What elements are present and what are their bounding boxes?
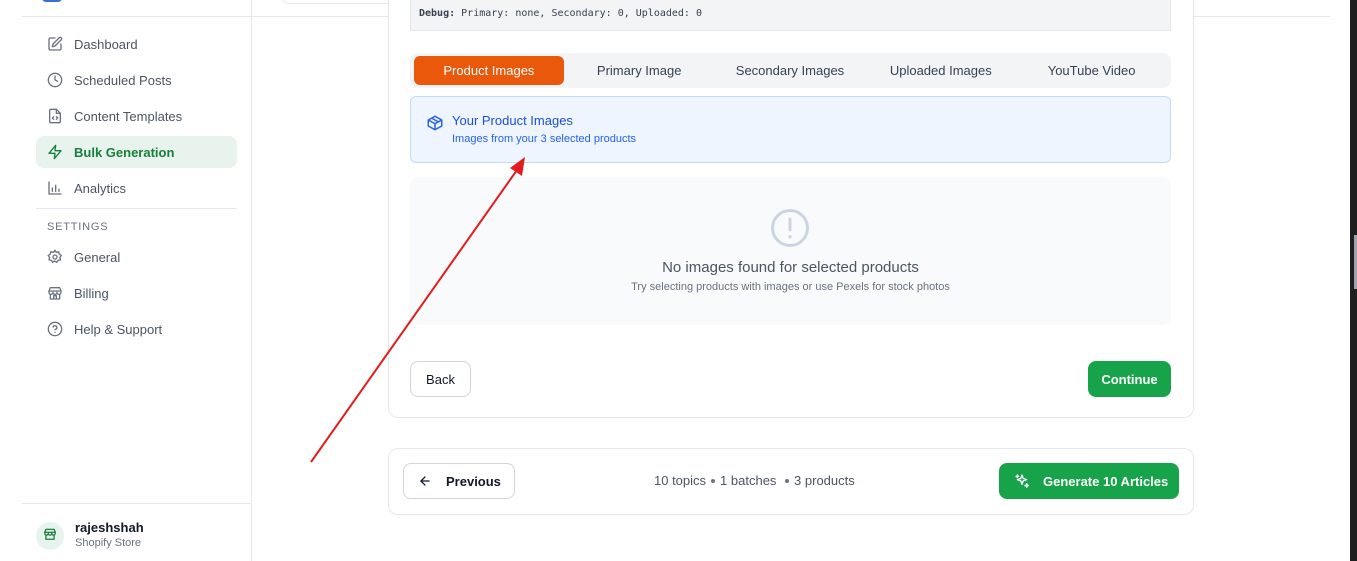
info-title: Your Product Images [452, 113, 573, 128]
sidebar-item-general[interactable]: General [36, 241, 237, 273]
debug-label: Debug: [419, 8, 456, 19]
info-banner: Your Product Images Images from your 3 s… [410, 96, 1171, 163]
sidebar-item-label: Bulk Generation [74, 144, 175, 160]
logo [42, 0, 62, 2]
alert-circle-icon [770, 208, 810, 248]
nav-divider [36, 208, 237, 209]
clock-icon [47, 72, 63, 88]
bolt-icon [47, 144, 63, 160]
app-root: Dashboard Scheduled Posts Content Templa… [0, 0, 1357, 561]
avatar [36, 522, 64, 550]
previous-button[interactable]: Previous [403, 463, 515, 499]
continue-button[interactable]: Continue [1088, 361, 1171, 397]
debug-text: Primary: none, Secondary: 0, Uploaded: 0 [461, 8, 702, 19]
separator-dot [711, 478, 716, 483]
topics-count: 10 topics [654, 473, 707, 488]
bar-chart-icon [47, 180, 63, 196]
sidebar-item-label: General [74, 249, 121, 265]
sidebar-item-analytics[interactable]: Analytics [36, 172, 237, 204]
sidebar: Dashboard Scheduled Posts Content Templa… [22, 0, 252, 561]
products-count: 3 products [794, 473, 855, 488]
sidebar-item-bulk-generation[interactable]: Bulk Generation [36, 136, 237, 168]
sidebar-item-help-support[interactable]: Help & Support [36, 313, 237, 345]
sidebar-nav: Dashboard Scheduled Posts Content Templa… [36, 28, 237, 349]
user-name: rajeshshah [75, 520, 144, 535]
batches-count: 1 batches [720, 473, 777, 488]
sidebar-item-label: Billing [74, 285, 109, 301]
store-icon [47, 285, 63, 301]
sidebar-item-label: Help & Support [74, 321, 163, 337]
sidebar-item-content-templates[interactable]: Content Templates [36, 100, 237, 132]
sidebar-item-billing[interactable]: Billing [36, 277, 237, 309]
settings-heading: SETTINGS [47, 221, 109, 233]
user-store-type: Shopify Store [75, 537, 142, 549]
tab-youtube-video[interactable]: YouTube Video [1016, 56, 1167, 85]
gear-icon [47, 249, 63, 265]
generation-stats: 10 topics 1 batches 3 products [654, 473, 855, 488]
sparkles-icon [1014, 473, 1030, 489]
file-code-icon [47, 108, 63, 124]
back-button[interactable]: Back [410, 361, 471, 397]
sidebar-item-label: Dashboard [74, 36, 138, 52]
previous-label: Previous [446, 473, 501, 489]
tab-product-images[interactable]: Product Images [414, 56, 564, 85]
tab-uploaded-images[interactable]: Uploaded Images [865, 56, 1016, 85]
info-subtitle: Images from your 3 selected products [452, 133, 637, 145]
arrow-left-icon [418, 474, 432, 488]
debug-bar: Debug: Primary: none, Secondary: 0, Uplo… [410, 0, 1171, 31]
generate-label: Generate 10 Articles [1043, 473, 1169, 489]
sidebar-item-label: Content Templates [74, 108, 183, 124]
empty-state-subtitle: Try selecting products with images or us… [631, 281, 950, 293]
sidebar-item-label: Scheduled Posts [74, 72, 172, 88]
sidebar-item-dashboard[interactable]: Dashboard [36, 28, 237, 60]
generate-articles-button[interactable]: Generate 10 Articles [999, 463, 1179, 499]
empty-state: No images found for selected products Tr… [410, 177, 1171, 325]
edit-icon [47, 36, 63, 52]
empty-state-title: No images found for selected products [662, 259, 919, 276]
tab-secondary-images[interactable]: Secondary Images [715, 56, 866, 85]
sidebar-item-scheduled-posts[interactable]: Scheduled Posts [36, 64, 237, 96]
help-circle-icon [47, 321, 63, 337]
sidebar-item-label: Analytics [74, 180, 127, 196]
separator-dot [785, 478, 790, 483]
store-icon [43, 527, 57, 546]
tab-primary-image[interactable]: Primary Image [564, 56, 715, 85]
user-profile[interactable]: rajeshshah Shopify Store [22, 503, 252, 561]
image-tabs: Product Images Primary Image Secondary I… [410, 53, 1171, 88]
package-icon [426, 114, 444, 132]
sidebar-divider-top [22, 16, 252, 17]
